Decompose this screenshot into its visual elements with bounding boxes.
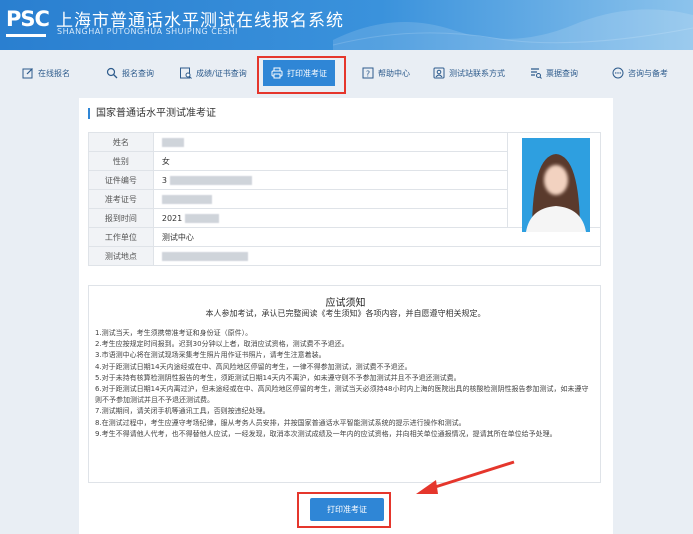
nav-label: 在线报名	[38, 68, 70, 78]
notice-item: 4.对于距测试日期14天内途经或在中、高风险地区停留的考生，一律不得参加测试，测…	[95, 362, 412, 371]
candidate-photo-image	[522, 138, 590, 232]
site-header: PSC 上海市普通话水平测试在线报名系统 SHANGHAI PUTONGHUA …	[0, 0, 693, 50]
field-value-test-location	[152, 246, 602, 266]
field-label: 性别	[88, 151, 154, 171]
nav-consult-prepare[interactable]: 咨询与备考	[612, 62, 668, 84]
nav-label: 帮助中心	[378, 68, 410, 78]
redacted-value	[169, 175, 252, 185]
nav-help-center[interactable]: ? 帮助中心	[362, 62, 410, 84]
nav-label: 咨询与备考	[628, 68, 668, 78]
field-label: 准考证号	[88, 189, 154, 209]
red-arrow-annotation	[416, 460, 515, 494]
redacted-value	[161, 194, 212, 204]
nav-test-site-contacts[interactable]: 测试站联系方式	[433, 62, 505, 84]
table-row: 测试地点	[88, 246, 602, 266]
redacted-value	[161, 251, 248, 261]
nav-label: 成绩/证书查询	[196, 68, 247, 78]
candidate-photo	[522, 138, 590, 232]
logo-text: PSC	[6, 7, 50, 31]
field-label: 报到时间	[88, 208, 154, 228]
field-value-ticket-number	[152, 189, 509, 209]
notice-item: 9.考生不得请他人代考，也不得替他人应试，一经发现，取消本次测试成绩及一年内的应…	[95, 429, 557, 438]
notice-item: 3.市语测中心将在测试现场采集考生照片用作证书照片，请考生注意着装。	[95, 351, 326, 360]
notice-item: 1.测试当天，考生须携带准考证和身份证（原件）。	[95, 329, 253, 337]
header-wave-decoration	[333, 9, 693, 50]
redacted-value	[184, 213, 219, 223]
nav-score-certificate-query[interactable]: 成绩/证书查询	[180, 62, 247, 84]
receipt-search-icon	[531, 68, 542, 79]
nav-highlight-box	[257, 56, 346, 94]
svg-text:?: ?	[366, 70, 370, 79]
search-icon	[106, 67, 118, 79]
help-icon: ?	[362, 67, 374, 79]
field-label: 证件编号	[88, 170, 154, 190]
section-title: 国家普通话水平测试准考证	[88, 108, 216, 119]
field-value-gender: 女	[152, 151, 509, 171]
field-value-id-number: 3	[152, 170, 509, 190]
main-nav: 在线报名 报名查询 成绩/证书查询 打印准考证 ? 帮助中心 测试站联系方式 票…	[0, 50, 693, 96]
field-value-name	[152, 132, 509, 152]
field-label: 姓名	[88, 132, 154, 152]
logo-underline	[6, 34, 46, 37]
notice-list: 1.测试当天，考生须携带准考证和身份证（原件）。 2.考生应按规定时间报到。迟到…	[95, 328, 595, 440]
psc-logo[interactable]: PSC	[6, 7, 50, 37]
field-value-checkin-time: 2021	[152, 208, 509, 228]
nav-label: 测试站联系方式	[449, 68, 505, 78]
nav-label: 报名查询	[122, 68, 154, 78]
nav-label: 票据查询	[546, 68, 578, 78]
notice-item: 6.对于距测试日期14天内离过沪，但未途经或在中、高风险地区停留的考生，测试当天…	[95, 385, 589, 405]
notice-title: 应试须知	[325, 298, 366, 309]
exam-notice: 应试须知 本人参加考试，承认已完整阅读《考生须知》各项内容，并自愿遵守相关规定。…	[88, 285, 601, 483]
notice-item: 7.测试期间，请关闭手机等通讯工具，否则按违纪处理。	[95, 407, 270, 416]
button-highlight-box	[297, 492, 391, 528]
admission-ticket-panel: 国家普通话水平测试准考证 姓名 性别 女 证件编号 3 准考证号 报到时间 20…	[79, 98, 613, 534]
chat-icon	[612, 67, 624, 79]
site-subtitle: SHANGHAI PUTONGHUA SHUIPING CESHI	[57, 27, 238, 36]
contact-card-icon	[433, 67, 445, 79]
notice-item: 2.考生应按规定时间报到。迟到30分钟以上者，取消应试资格，测试费不予退还。	[95, 340, 349, 349]
nav-registration-query[interactable]: 报名查询	[106, 62, 154, 84]
notice-subtitle: 本人参加考试，承认已完整阅读《考生须知》各项内容，并自愿遵守相关规定。	[205, 309, 486, 318]
edit-icon	[22, 68, 33, 79]
nav-receipt-query[interactable]: 票据查询	[530, 62, 578, 84]
notice-item: 5.对于未持有核算检测阴性报告的考生，须距测试日期14天内不离沪，如未遵守则不予…	[95, 373, 461, 382]
field-label: 测试地点	[88, 246, 154, 266]
field-label: 工作单位	[88, 227, 154, 247]
notice-item: 8.在测试过程中，考生应遵守考场纪律，服从考务人员安排，并按国家普通话水平智能测…	[95, 418, 466, 427]
nav-online-registration[interactable]: 在线报名	[22, 62, 70, 84]
certificate-search-icon	[180, 67, 192, 79]
redacted-value	[161, 137, 184, 147]
